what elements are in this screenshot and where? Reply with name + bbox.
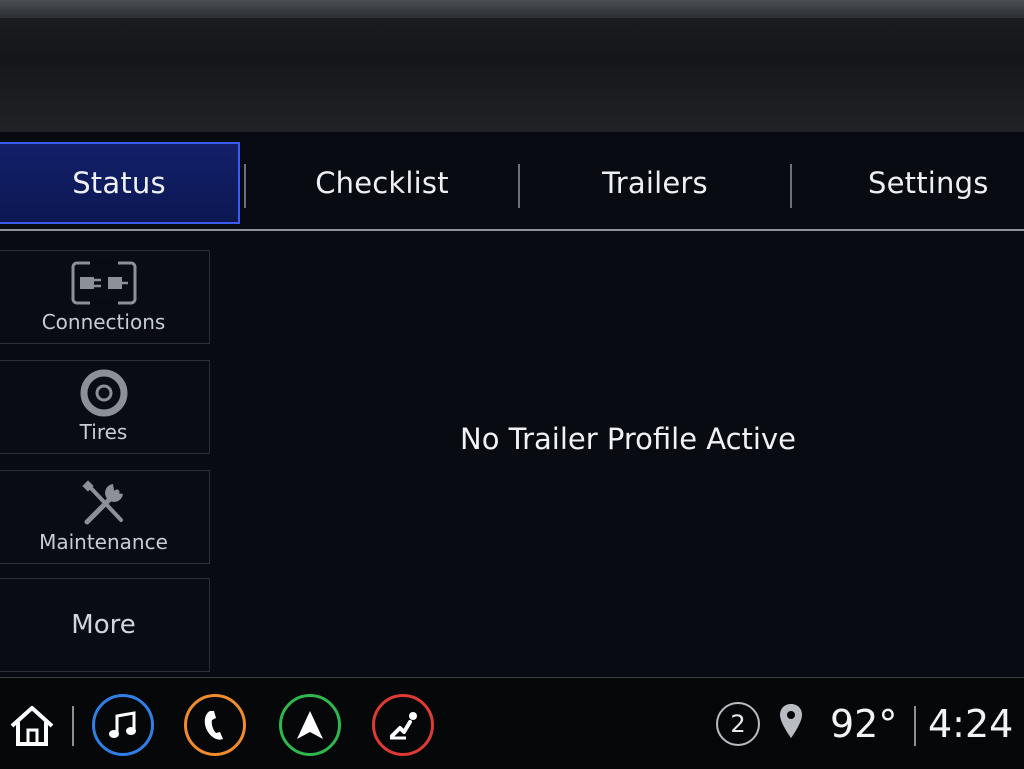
tab-underline (0, 229, 1024, 231)
sidebar-item-maintenance[interactable]: Maintenance (0, 470, 210, 564)
location-pin-icon (778, 702, 804, 742)
tab-settings[interactable]: Settings (792, 142, 1024, 224)
navigation-arrow-icon (297, 711, 323, 739)
tab-bar: Status Checklist Trailers Settings (0, 140, 1024, 228)
tab-trailers-label: Trailers (602, 166, 708, 200)
tab-trailers[interactable]: Trailers (520, 142, 790, 224)
navigation-button[interactable] (279, 694, 341, 756)
bottom-bar: 2 92° 4:24 (0, 677, 1024, 769)
notification-count: 2 (730, 710, 746, 738)
bottom-divider (914, 706, 916, 746)
sidebar-item-label: More (71, 610, 136, 640)
audio-button[interactable] (92, 694, 154, 756)
music-note-icon (109, 711, 136, 738)
connections-icon (69, 260, 139, 306)
climate-button[interactable] (372, 694, 434, 756)
temperature-readout: 92° (830, 702, 898, 746)
tab-settings-label: Settings (868, 166, 989, 200)
no-trailer-message: No Trailer Profile Active (460, 422, 796, 456)
phone-button[interactable] (184, 694, 246, 756)
sidebar-item-connections[interactable]: Connections (0, 250, 210, 344)
tab-checklist[interactable]: Checklist (246, 142, 518, 224)
phone-icon (204, 711, 223, 740)
sidebar-item-more[interactable]: More (0, 578, 210, 672)
notification-badge[interactable]: 2 (716, 702, 760, 746)
wrench-screwdriver-icon (69, 480, 139, 526)
sidebar-item-label: Connections (41, 310, 166, 334)
tab-checklist-label: Checklist (315, 166, 449, 200)
sidebar-item-label: Maintenance (39, 530, 168, 554)
tab-status-label: Status (72, 166, 166, 200)
infotainment-screen: Status Checklist Trailers Settings Conne… (0, 132, 1024, 769)
tab-status[interactable]: Status (0, 142, 240, 224)
tire-icon (69, 369, 139, 417)
clock: 4:24 (928, 702, 1014, 746)
bottom-divider (72, 706, 74, 746)
screen-bezel (0, 0, 1024, 132)
seat-heat-icon (390, 712, 417, 740)
sidebar-item-tires[interactable]: Tires (0, 360, 210, 454)
home-icon[interactable] (8, 702, 56, 748)
sidebar-item-label: Tires (79, 420, 128, 444)
